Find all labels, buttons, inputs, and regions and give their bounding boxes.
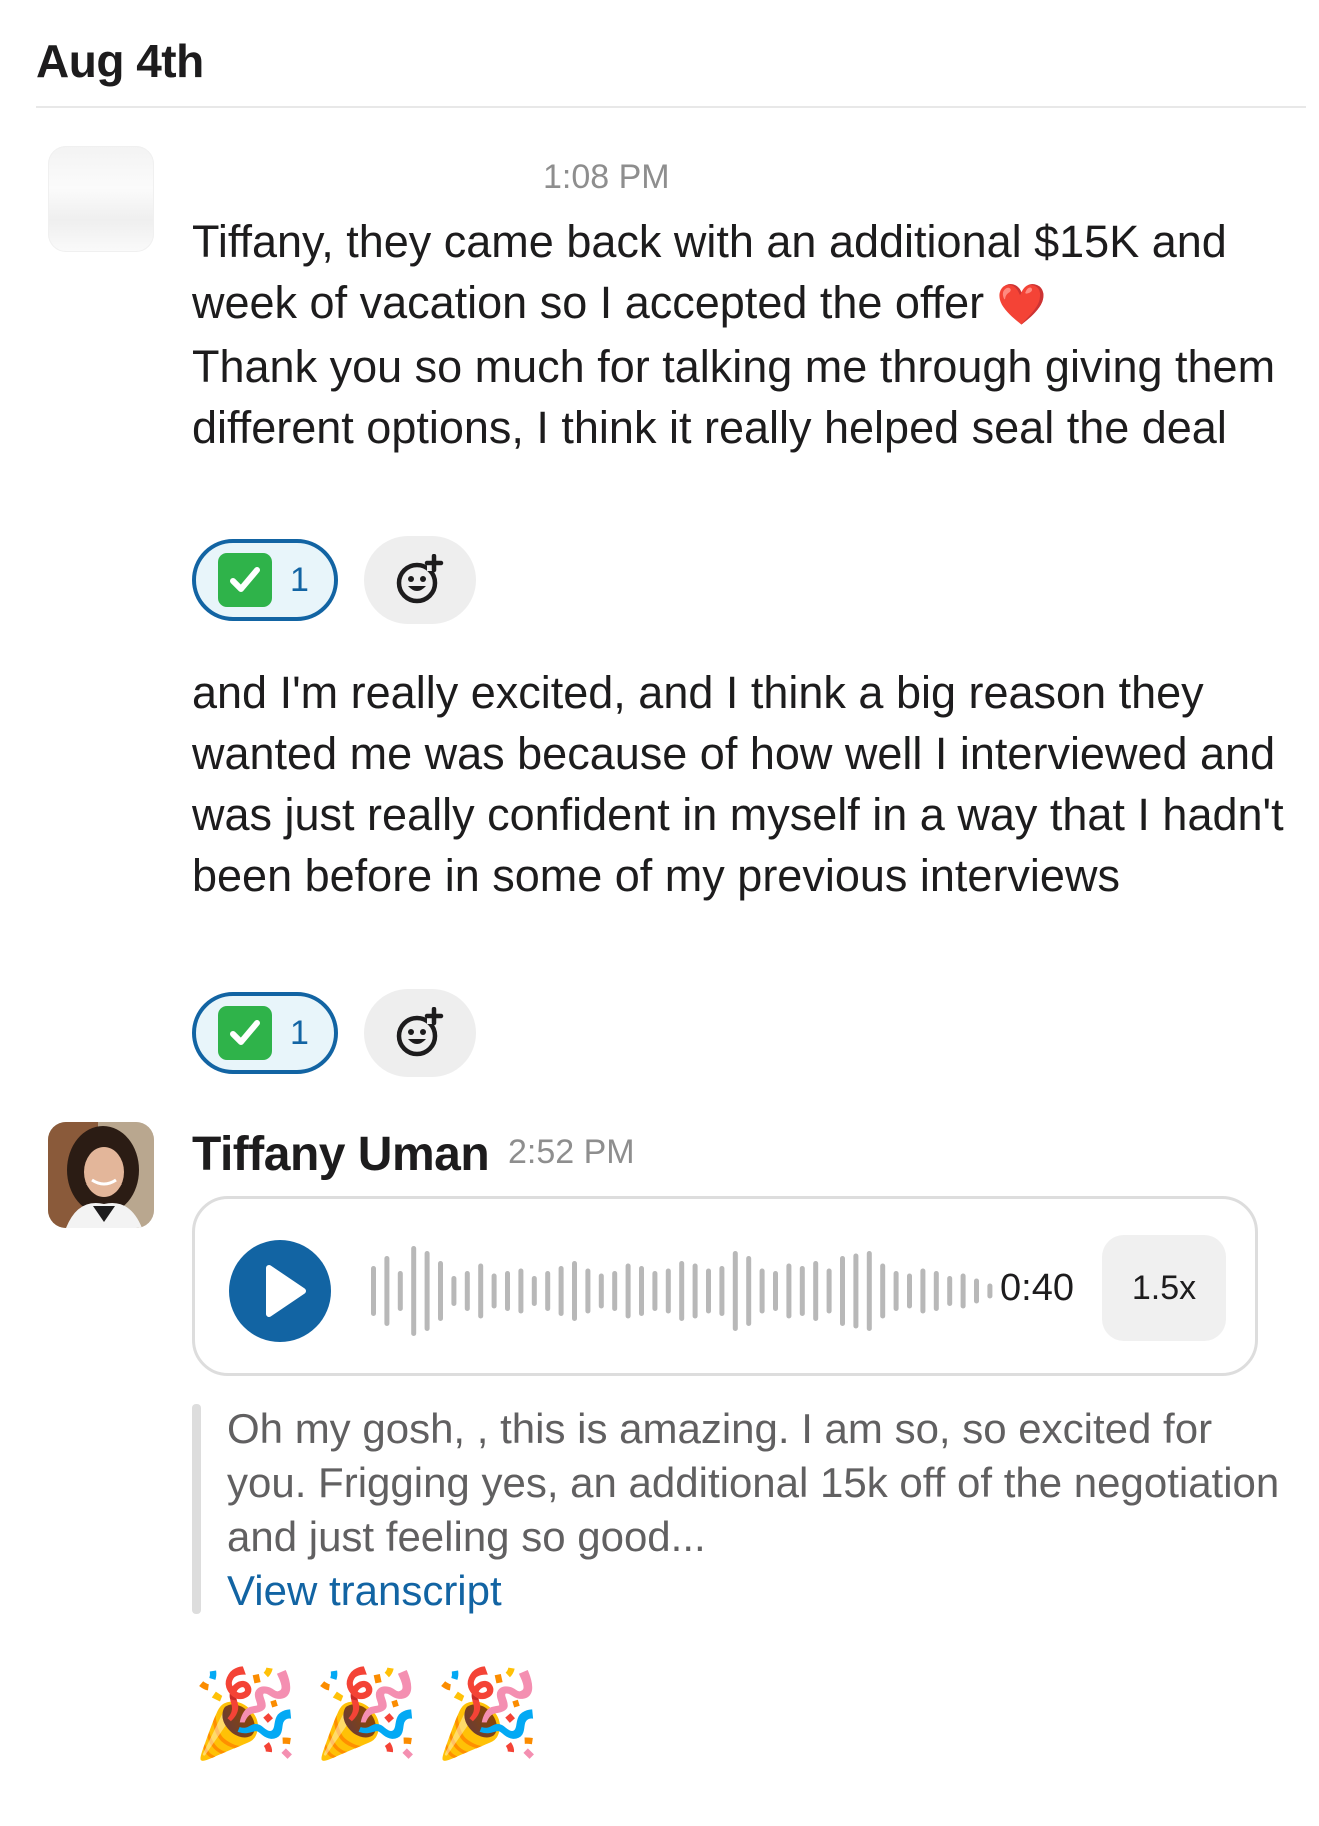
avatar[interactable] [48,1122,154,1228]
message-text-part: Thank you so much for talking me through… [192,341,1276,453]
waveform-bar [759,1268,765,1314]
reaction-check-mark[interactable]: 1 [192,539,338,621]
waveform-bar [799,1266,805,1316]
message-text: and I'm really excited, and I think a bi… [192,667,1284,901]
transcript-body: Oh my gosh, , this is amazing. I am so, … [227,1405,1280,1560]
waveform-bar [974,1278,979,1304]
waveform-bar [853,1253,859,1329]
waveform-bar [652,1271,658,1311]
add-emoji-icon [396,554,444,604]
waveform-bar [907,1273,912,1309]
waveform-bar [706,1268,711,1314]
profile-photo [48,1122,154,1228]
add-reaction-button[interactable] [364,536,476,624]
waveform-bar [411,1246,417,1336]
waveform-bar [531,1276,537,1306]
waveform-bar [732,1251,738,1331]
reaction-check-mark[interactable]: 1 [192,992,338,1074]
reaction-bar: 1 [192,536,476,624]
play-icon [266,1265,306,1317]
waveform-bar [505,1271,510,1311]
party-popper-icon: 🎉 [192,1666,300,1762]
waveform-bar [625,1263,631,1319]
waveform-bar [558,1266,564,1316]
waveform-bar [679,1261,685,1321]
waveform-bar [545,1271,551,1311]
waveform-bar [880,1263,886,1319]
party-popper-icon: 🎉 [313,1666,421,1762]
check-mark-icon [218,1006,272,1060]
sender-name[interactable]: Tiffany Uman [192,1127,490,1182]
add-reaction-button[interactable] [364,989,476,1077]
waveform-bar [371,1266,376,1316]
waveform-bar [438,1261,443,1321]
waveform-bar [639,1266,644,1316]
view-transcript-link[interactable]: View transcript [227,1564,1287,1618]
date-header: Aug 4th [36,35,204,87]
waveform-bar [572,1261,577,1321]
waveform-bar [826,1268,832,1314]
waveform-bar [947,1276,953,1306]
heart-emoji: ❤️ [996,283,1047,327]
waveform-bar [464,1271,470,1311]
waveform-bar [920,1268,926,1314]
waveform-bar [478,1263,484,1319]
reaction-count: 1 [290,560,309,599]
party-popper-icon: 🎉 [434,1666,542,1762]
waveform-bar [840,1256,845,1326]
waveform-bar [397,1271,403,1311]
waveform-bar [786,1263,792,1319]
message-timestamp[interactable]: 2:52 PM [508,1133,635,1172]
waveform-bar [893,1271,899,1311]
avatar[interactable] [48,146,154,252]
waveform-bar [598,1273,604,1309]
waveform-bar [746,1256,752,1326]
reaction-bar: 1 [192,989,476,1077]
audio-clip: 0:40 1.5x [192,1196,1258,1376]
waveform-bar [866,1251,872,1331]
celebration-emojis: 🎉 🎉 🎉 [192,1664,541,1764]
waveform-bar [960,1273,966,1309]
waveform-bar [719,1266,725,1316]
playback-speed-button[interactable]: 1.5x [1102,1235,1226,1341]
reaction-count: 1 [290,1013,309,1052]
waveform-bar [451,1276,457,1306]
transcript-text: Oh my gosh, , this is amazing. I am so, … [227,1402,1287,1618]
waveform-bar [692,1263,698,1319]
date-divider [36,106,1306,108]
audio-duration: 0:40 [1000,1267,1074,1309]
waveform-bar [491,1273,497,1309]
waveform-bar [518,1268,524,1314]
add-emoji-icon [396,1007,444,1057]
quote-bar [192,1404,201,1614]
waveform-bar [987,1283,993,1299]
waveform-bar [773,1271,778,1311]
waveform-bar [612,1271,618,1311]
waveform-bar [585,1268,591,1314]
transcript-preview: Oh my gosh, , this is amazing. I am so, … [192,1404,1292,1614]
play-button[interactable] [229,1240,331,1342]
message-timestamp[interactable]: 1:08 PM [543,158,670,197]
check-mark-icon [218,553,272,607]
waveform-bar [933,1271,939,1311]
waveform-bar [813,1261,819,1321]
message-text-part: Tiffany, they came back with an addition… [192,216,1227,328]
message-text: Tiffany, they came back with an addition… [192,211,1292,458]
waveform-bar [665,1268,671,1314]
waveform-bar [424,1251,430,1331]
waveform-bar [384,1256,390,1326]
